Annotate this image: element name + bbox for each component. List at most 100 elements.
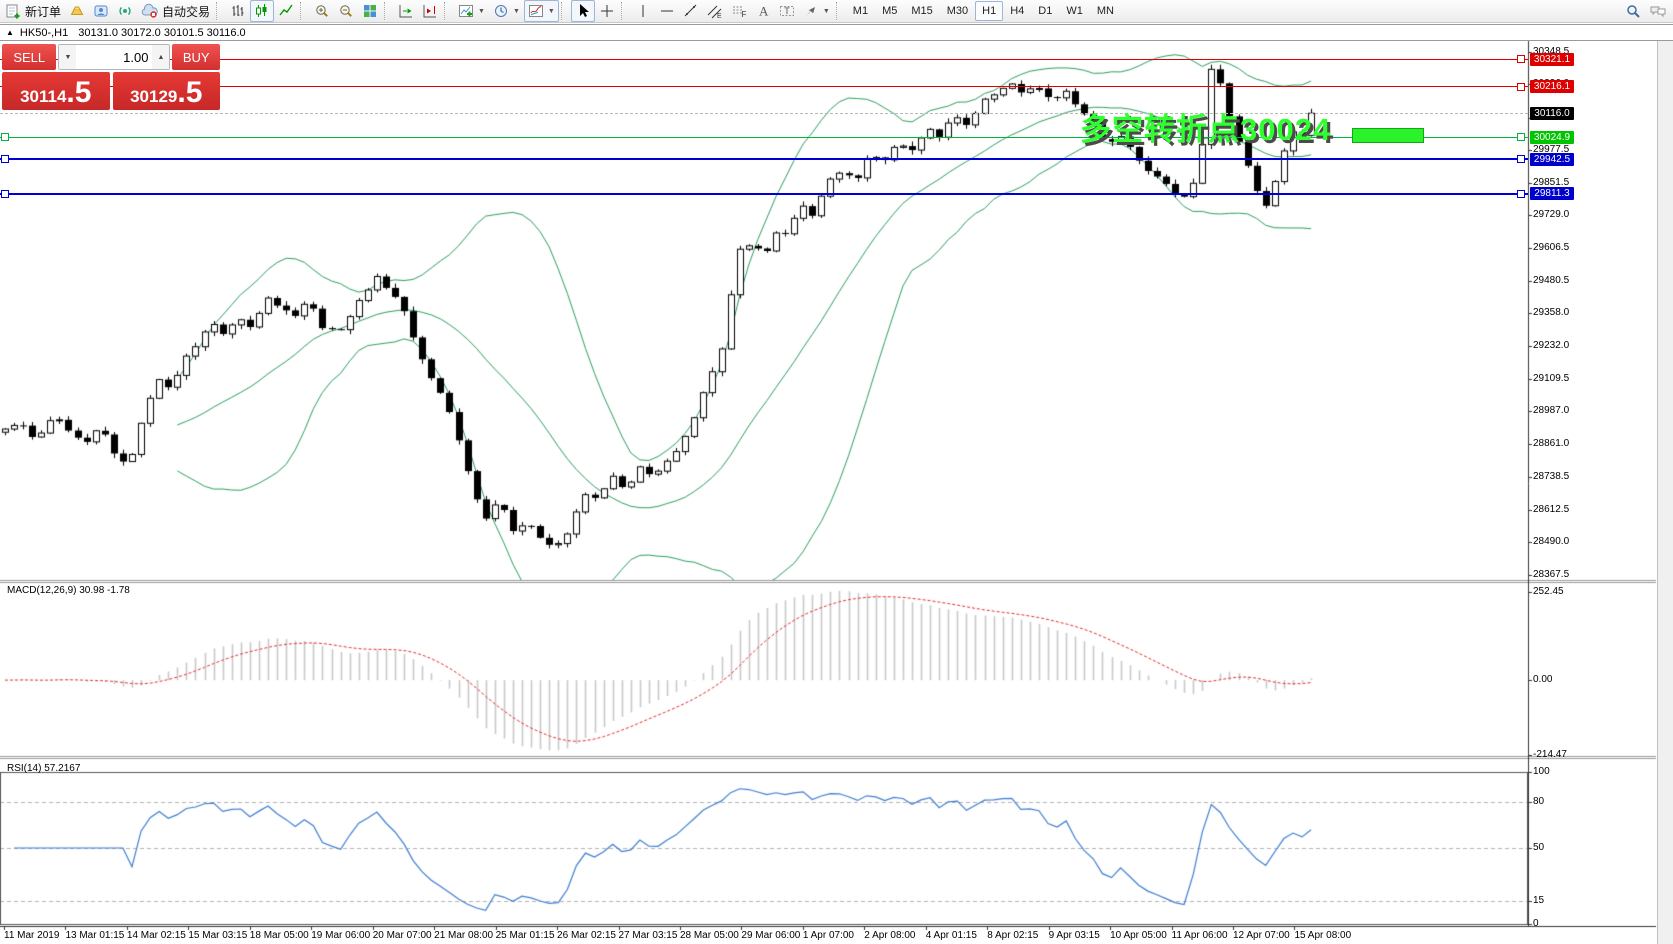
templates-button[interactable]: ▼ [524,0,559,22]
line-handle-marker[interactable] [1,190,9,198]
search-button[interactable] [1621,0,1645,22]
sell-price-display[interactable]: 30114 .5 [2,72,110,110]
chat-button[interactable] [1645,0,1671,22]
price-badge-29811.3: 29811.3 [1530,187,1574,200]
zoom-in-icon [314,3,330,19]
toolbar-separator [836,2,844,20]
line-handle-marker[interactable] [1517,133,1525,141]
horizontal-line-button[interactable] [655,0,679,22]
text-button[interactable]: A [751,0,775,22]
line-handle-marker[interactable] [1517,190,1525,198]
line-handle-marker[interactable] [1517,155,1525,163]
toolbar-separator [300,2,308,20]
one-click-trade-panel: SELL ▼ ▲ BUY 30114 .5 30129 .5 [2,44,220,110]
sell-button[interactable]: SELL [2,44,56,70]
buy-price-main: 30129 [130,87,177,107]
buy-button[interactable]: BUY [172,44,220,70]
macd-axis-tick: 0.00 [1533,674,1552,685]
text-icon: A [755,3,771,19]
rsi-axis-tick: 50 [1533,842,1544,853]
fibonacci-button[interactable]: F [727,0,751,22]
line-handle-marker[interactable] [1,133,9,141]
price-badge-30116.0: 30116.0 [1530,107,1574,120]
vertical-line-icon [635,3,651,19]
price-axis-tick: 29358.0 [1533,307,1569,318]
timeframe-m15-button[interactable]: M15 [904,1,939,21]
horizontal-level-30321.1[interactable] [0,59,1528,60]
time-axis-label: 25 Mar 01:15 [496,930,555,941]
crosshair-button[interactable] [595,0,619,22]
auto-scroll-button[interactable] [394,0,418,22]
candlestick-chart-button[interactable] [250,0,274,22]
horizontal-level-30216.1[interactable] [0,86,1528,87]
dropdown-arrow-icon[interactable]: ▼ [823,8,830,15]
price-axis-tick: 29109.5 [1533,373,1569,384]
chart-shift-button[interactable] [418,0,442,22]
chart-header: ▲ HK50-,H1 30131.0 30172.0 30101.5 30116… [0,24,1673,41]
rsi-axis-tick: 15 [1533,895,1544,906]
line-handle-marker[interactable] [1517,55,1525,63]
dropdown-arrow-icon[interactable]: ▼ [513,8,520,15]
time-axis-label: 21 Mar 08:00 [434,930,493,941]
zoom-out-button[interactable] [334,0,358,22]
dropdown-arrow-icon[interactable]: ▼ [548,8,555,15]
buy-price-display[interactable]: 30129 .5 [113,72,221,110]
timeframe-m5-button[interactable]: M5 [875,1,904,21]
gold-bar-button[interactable] [65,0,89,22]
gold-bar-icon [69,3,85,19]
cursor-button[interactable] [571,0,595,22]
price-axis-tick: 29606.5 [1533,242,1569,253]
volume-input[interactable] [76,45,152,69]
highlight-rect[interactable] [1352,128,1424,143]
line-chart-button[interactable] [274,0,298,22]
horizontal-level-29942.5[interactable] [0,158,1528,160]
indicators-button[interactable]: ▼ [454,0,489,22]
right-scroll-strip[interactable] [1657,24,1673,944]
chart-text-annotation[interactable]: 多空转折点30024 [1080,104,1331,149]
price-axis-tick: 29729.0 [1533,209,1569,220]
community-button[interactable] [89,0,113,22]
sell-price-main: 30114 [20,87,66,107]
timeframe-h1-button[interactable]: H1 [975,1,1003,21]
timeframe-h4-button[interactable]: H4 [1003,1,1031,21]
price-axis-tick: 28367.5 [1533,569,1569,580]
trendline-button[interactable] [679,0,703,22]
timeframe-d1-button[interactable]: D1 [1031,1,1059,21]
vertical-line-button[interactable] [631,0,655,22]
new-order-label: 新订单 [25,3,61,20]
channel-button[interactable]: E [703,0,727,22]
bar-chart-button[interactable] [226,0,250,22]
svg-text:T: T [784,6,790,16]
zoom-in-button[interactable] [310,0,334,22]
horizontal-level-29811.3[interactable] [0,193,1528,195]
horizontal-line-icon [659,3,675,19]
rsi-axis-tick: 0 [1533,918,1539,929]
price-badge-30024.9: 30024.9 [1530,131,1574,144]
time-axis-label: 20 Mar 07:00 [373,930,432,941]
timeframe-m1-button[interactable]: M1 [846,1,875,21]
price-axis-tick: 28490.0 [1533,536,1569,547]
volume-decrease-button[interactable]: ▼ [59,45,76,69]
line-handle-marker[interactable] [1517,83,1525,91]
new-order-button[interactable]: 新订单 [2,0,65,22]
time-axis-label: 13 Mar 01:15 [65,930,124,941]
volume-increase-button[interactable]: ▲ [152,45,169,69]
timeframe-mn-button[interactable]: MN [1090,1,1121,21]
periods-button[interactable]: ▼ [489,0,524,22]
timeframe-m30-button[interactable]: M30 [940,1,975,21]
label-button[interactable]: T [775,0,799,22]
line-handle-marker[interactable] [1,155,9,163]
bar-chart-icon [230,3,246,19]
time-axis-label: 15 Mar 03:15 [188,930,247,941]
dropdown-arrow-icon[interactable]: ▼ [478,8,485,15]
collapse-panel-icon[interactable]: ▲ [6,28,14,37]
chart-shift-icon [422,3,438,19]
shapes-button[interactable]: ▼ [799,0,834,22]
timeframe-w1-button[interactable]: W1 [1059,1,1090,21]
signals-button[interactable] [113,0,137,22]
tile-windows-icon [362,3,378,19]
label-icon: T [779,3,795,19]
macd-axis-tick: -214.47 [1533,749,1567,760]
tile-windows-button[interactable] [358,0,382,22]
autotrading-button[interactable]: 自动交易 [137,0,214,22]
